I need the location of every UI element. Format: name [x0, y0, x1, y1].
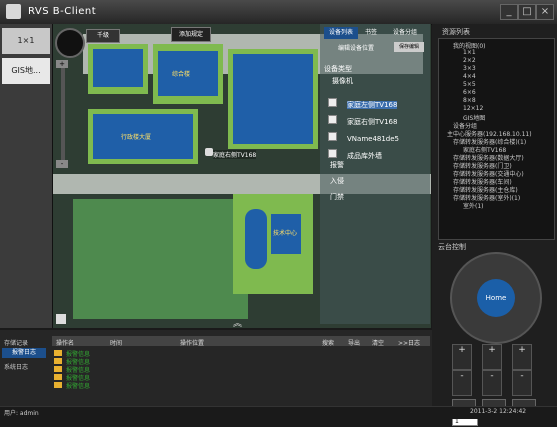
- ptz-title: 云台控制: [438, 243, 466, 251]
- zoom-in-button[interactable]: +: [56, 60, 68, 68]
- export-button[interactable]: 导出: [348, 338, 360, 347]
- device-item-label: 成品库外墙: [347, 152, 382, 160]
- tab-bookmarks[interactable]: 书签: [360, 27, 382, 39]
- expand-icon[interactable]: [56, 314, 66, 324]
- collapse-chevron-icon[interactable]: ︽: [233, 316, 242, 328]
- zoom-slider[interactable]: [61, 60, 65, 160]
- close-button[interactable]: ×: [536, 4, 554, 20]
- alarm-mail-icon: [54, 350, 62, 356]
- alarm-mail-icon: [54, 366, 62, 372]
- save-edit-button[interactable]: 保存编辑: [394, 42, 424, 52]
- tree-node[interactable]: 3×3: [463, 65, 476, 72]
- map-parking-lot: [73, 199, 248, 319]
- building-2: 行政楼大厦: [93, 114, 193, 159]
- ptz-home-button[interactable]: Home: [477, 279, 515, 317]
- tree-node[interactable]: 2×2: [463, 57, 476, 64]
- log-panel: 存储记录 报警日志 系统日志 操作名 时间 操作位置 搜索 导出 清空 >>日志…: [0, 330, 432, 406]
- focus-in-button[interactable]: +: [482, 344, 502, 370]
- device-item-label: 家庭右侧TV168: [347, 118, 398, 126]
- col-location: 操作位置: [180, 340, 205, 347]
- zoom-in-button[interactable]: +: [452, 344, 472, 370]
- alarm-type[interactable]: 报警: [330, 160, 344, 170]
- col-action-name: 操作名: [56, 340, 75, 347]
- clear-button[interactable]: 清空: [372, 338, 384, 347]
- tab-system-log[interactable]: 系统日志: [4, 362, 28, 371]
- device-item-label: 家庭左侧TV168: [347, 101, 398, 109]
- tree-node[interactable]: 室外(1): [463, 201, 484, 210]
- building-3: 技术中心: [271, 214, 301, 254]
- status-time: 2011-3-2 12:24:42: [470, 408, 527, 415]
- building-1-label: 综合楼: [172, 71, 191, 78]
- camera-map-label[interactable]: 家庭右侧TV168: [213, 150, 257, 159]
- col-time: 时间: [110, 340, 123, 347]
- map-nav-compass[interactable]: [55, 28, 85, 58]
- app-logo-icon: [6, 4, 21, 19]
- resource-tree[interactable]: 我的视图(0) 1×1 2×2 3×3 4×4 5×5 6×6 8×8 12×1…: [438, 38, 555, 240]
- building-2-label: 行政楼大厦: [121, 134, 152, 141]
- add-rule-button[interactable]: 添加规定: [171, 27, 211, 42]
- minimize-button[interactable]: _: [500, 4, 518, 20]
- device-checkbox[interactable]: [328, 115, 337, 124]
- tree-node[interactable]: 12×12: [463, 105, 483, 112]
- map-building: [233, 54, 313, 144]
- iris-out-button[interactable]: -: [512, 370, 532, 396]
- alarm-mail-icon: [54, 358, 62, 364]
- iris-in-button[interactable]: +: [512, 344, 532, 370]
- tree-node[interactable]: 4×4: [463, 73, 476, 80]
- map-level-select[interactable]: 千级: [86, 29, 120, 43]
- device-checkbox[interactable]: [328, 149, 337, 158]
- device-group-camera[interactable]: 摄像机: [332, 76, 353, 86]
- intrusion-type[interactable]: 入侵: [330, 176, 344, 186]
- tab-alarm-log[interactable]: 报警日志: [2, 348, 46, 358]
- device-item-label: VName481de5: [347, 135, 400, 143]
- focus-out-button[interactable]: -: [482, 370, 502, 396]
- alarm-mail-icon: [54, 374, 62, 380]
- tab-device-group[interactable]: 设备分组: [385, 27, 425, 39]
- view-tab-gis[interactable]: GIS地...: [2, 58, 50, 84]
- more-logs-button[interactable]: >>日志: [398, 338, 420, 347]
- view-tab-1x1[interactable]: 1×1: [2, 28, 50, 54]
- building-1: 综合楼: [158, 51, 218, 96]
- resource-tree-title: 资源列表: [442, 28, 470, 36]
- alarm-mail-icon: [54, 382, 62, 388]
- window-title: RVS B-Client: [28, 6, 97, 17]
- search-button[interactable]: 搜索: [322, 338, 334, 347]
- building-3-label: 技术中心: [273, 230, 298, 237]
- tree-node[interactable]: 1×1: [463, 49, 476, 56]
- status-bar: 用户: admin 2011-3-2 12:24:42: [0, 406, 557, 419]
- maximize-button[interactable]: □: [518, 4, 536, 20]
- tab-device-list[interactable]: 设备列表: [324, 27, 358, 39]
- edit-device-position-button[interactable]: 编辑设备位置: [338, 43, 374, 52]
- zoom-out-button[interactable]: -: [452, 370, 472, 396]
- tab-storage-record[interactable]: 存储记录: [4, 338, 28, 347]
- zoom-out-button[interactable]: -: [56, 160, 68, 168]
- log-row[interactable]: 报警信息: [66, 381, 90, 390]
- resource-panel: 资源列表 我的视图(0) 1×1 2×2 3×3 4×4 5×5 6×6 8×8…: [432, 24, 557, 426]
- access-type[interactable]: 门禁: [330, 192, 344, 202]
- device-checkbox[interactable]: [328, 132, 337, 141]
- ptz-direction-wheel[interactable]: Home: [450, 252, 542, 344]
- device-type-title: 设备类型: [324, 65, 352, 73]
- tree-node[interactable]: 8×8: [463, 97, 476, 104]
- tree-node[interactable]: 6×6: [463, 89, 476, 96]
- tree-node[interactable]: 5×5: [463, 81, 476, 88]
- device-checkbox[interactable]: [328, 98, 337, 107]
- map-building: [245, 209, 267, 269]
- camera-icon[interactable]: [205, 148, 213, 156]
- status-user: 用户: admin: [4, 410, 39, 417]
- map-building: [93, 49, 143, 87]
